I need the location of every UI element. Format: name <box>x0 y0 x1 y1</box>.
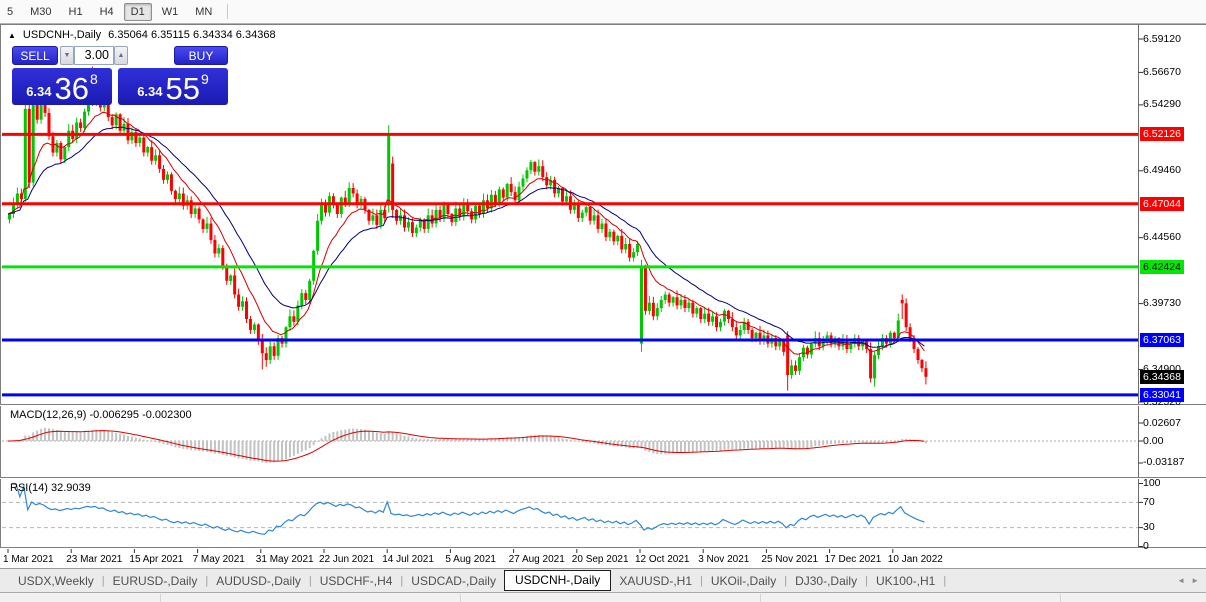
volume-input[interactable]: 3.00 <box>74 46 114 65</box>
sell-price-prefix: 6.34 <box>26 84 52 99</box>
macd-axis-tick: 0.00 <box>1143 434 1164 447</box>
triangle-up-icon: ▲ <box>117 52 125 59</box>
price-level-label: 6.33041 <box>1140 387 1184 402</box>
toolbar-separator <box>227 4 229 19</box>
timeframe-MN[interactable]: MN <box>188 3 219 21</box>
statusbar-separator <box>1060 594 1061 602</box>
statusbar-separator <box>460 594 461 602</box>
price-axis-tick: 6.54290 <box>1143 98 1181 111</box>
tab-divider: | <box>943 574 947 587</box>
chart-tab-dj30-daily[interactable]: DJ30-,Daily <box>787 571 865 591</box>
price-level-label: 6.42424 <box>1140 259 1184 274</box>
buy-price-big: 55 <box>165 71 200 106</box>
volume-increment-button[interactable]: ▲ <box>114 46 128 65</box>
sell-price-sup: 8 <box>90 71 98 87</box>
date-label: 25 Nov 2021 <box>761 554 819 565</box>
date-label: 31 May 2021 <box>255 554 314 565</box>
sell-price-display[interactable]: 6.34 36 8 <box>12 68 112 105</box>
statusbar-separator <box>760 594 761 602</box>
date-label: 23 Mar 2021 <box>66 554 123 565</box>
rsi-axis-tick: 0 <box>1143 540 1149 552</box>
macd-axis-tick: -0.03187 <box>1143 456 1185 469</box>
price-axis-tick: 6.39730 <box>1143 297 1181 310</box>
sell-price-big: 36 <box>54 71 89 106</box>
date-label: 15 Apr 2021 <box>129 554 184 565</box>
current-price-label: 6.34368 <box>1140 369 1184 384</box>
buy-price-display[interactable]: 6.34 55 9 <box>118 68 228 105</box>
chart-tabs-bar: USDX,Weekly | EURUSD-,Daily | AUDUSD-,Daily |… <box>0 568 1206 592</box>
date-label: 27 Aug 2021 <box>508 554 565 565</box>
price-axis-tick: 6.49460 <box>1143 164 1181 177</box>
chart-symbol-label: USDCNH-,Daily <box>22 29 102 41</box>
timeframe-H4[interactable]: H4 <box>93 3 121 21</box>
timeframe-H1[interactable]: H1 <box>62 3 90 21</box>
timeframe-5[interactable]: 5 <box>0 3 20 21</box>
timeframe-W1[interactable]: W1 <box>155 3 186 21</box>
chart-tab-xauusd-h1[interactable]: XAUUSD-,H1 <box>611 571 700 591</box>
price-axis-tick: 6.56670 <box>1143 65 1181 78</box>
date-label: 1 Mar 2021 <box>3 554 54 565</box>
buy-button[interactable]: BUY <box>174 46 228 65</box>
chart-title: ▲ USDCNH-,Daily 6.35064 6.35115 6.34334 … <box>8 29 276 41</box>
chart-tab-audusd-daily[interactable]: AUDUSD-,Daily <box>208 571 309 591</box>
chart-tab-eurusd-daily[interactable]: EURUSD-,Daily <box>105 571 206 591</box>
tab-scroll-right-button[interactable]: ► <box>1191 576 1199 585</box>
chart-ohlc-quote: 6.35064 6.35115 6.34334 6.34368 <box>108 29 276 41</box>
timeframe-D1[interactable]: D1 <box>123 2 152 21</box>
buy-price-prefix: 6.34 <box>137 84 163 99</box>
chart-tab-ukoil-daily[interactable]: UKOil-,Daily <box>703 571 784 591</box>
tab-scroll-left-button[interactable]: ◄ <box>1177 576 1185 585</box>
volume-decrement-button[interactable]: ▼ <box>60 46 74 65</box>
date-label: 3 Nov 2021 <box>698 554 750 565</box>
rsi-indicator-label: RSI(14) 32.9039 <box>10 482 91 494</box>
price-axis-tick: 6.44560 <box>1143 231 1181 244</box>
price-axis-tick: 6.59120 <box>1143 32 1181 45</box>
timeframe-toolbar: 5 M30 H1 H4 D1 W1 MN <box>0 0 1206 24</box>
macd-axis-tick: 0.02607 <box>1143 416 1181 429</box>
mt4-window: 5 M30 H1 H4 D1 W1 MN ▲ USDCNH-,Daily 6.35064 6… <box>0 0 1206 602</box>
triangle-down-icon: ▼ <box>63 52 71 59</box>
date-label: 7 May 2021 <box>192 554 245 565</box>
price-level-label: 6.52126 <box>1140 127 1184 142</box>
buy-price-sup: 9 <box>201 71 209 87</box>
date-label: 22 Jun 2021 <box>319 554 375 565</box>
date-label: 20 Sep 2021 <box>571 554 629 565</box>
chart-tab-usdx-weekly[interactable]: USDX,Weekly <box>10 571 102 591</box>
price-level-label: 6.47044 <box>1140 196 1184 211</box>
date-label: 12 Oct 2021 <box>635 554 690 565</box>
date-label: 17 Dec 2021 <box>824 554 882 565</box>
collapse-panel-icon[interactable]: ▲ <box>8 31 16 40</box>
chart-tab-uk100-h1[interactable]: UK100-,H1 <box>868 571 943 591</box>
chart-tab-usdchf-h4[interactable]: USDCHF-,H4 <box>312 571 401 591</box>
one-click-trade-panel: SELL ▼ 3.00 ▲ BUY 6.34 36 8 6.34 55 9 <box>12 46 228 106</box>
date-label: 14 Jul 2021 <box>382 554 434 565</box>
price-level-label: 6.37063 <box>1140 333 1184 347</box>
chart-area[interactable]: ▲ USDCNH-,Daily 6.35064 6.35115 6.34334 … <box>0 24 1206 568</box>
status-bar <box>0 592 1206 602</box>
chart-tab-usdcad-daily[interactable]: USDCAD-,Daily <box>403 571 504 591</box>
tab-scroll-arrows: ◄ ► <box>1177 569 1199 592</box>
sell-button[interactable]: SELL <box>12 46 58 65</box>
date-label: 10 Jan 2022 <box>887 554 943 565</box>
rsi-axis-tick: 70 <box>1143 495 1155 508</box>
timeframe-M30[interactable]: M30 <box>23 3 58 21</box>
rsi-axis-tick: 30 <box>1143 521 1155 534</box>
statusbar-separator <box>160 594 161 602</box>
date-label: 5 Aug 2021 <box>445 554 496 565</box>
rsi-axis-tick: 100 <box>1143 477 1161 489</box>
chart-tab-usdcnh-daily[interactable]: USDCNH-,Daily <box>503 569 612 591</box>
macd-indicator-label: MACD(12,26,9) -0.006295 -0.002300 <box>10 409 192 421</box>
